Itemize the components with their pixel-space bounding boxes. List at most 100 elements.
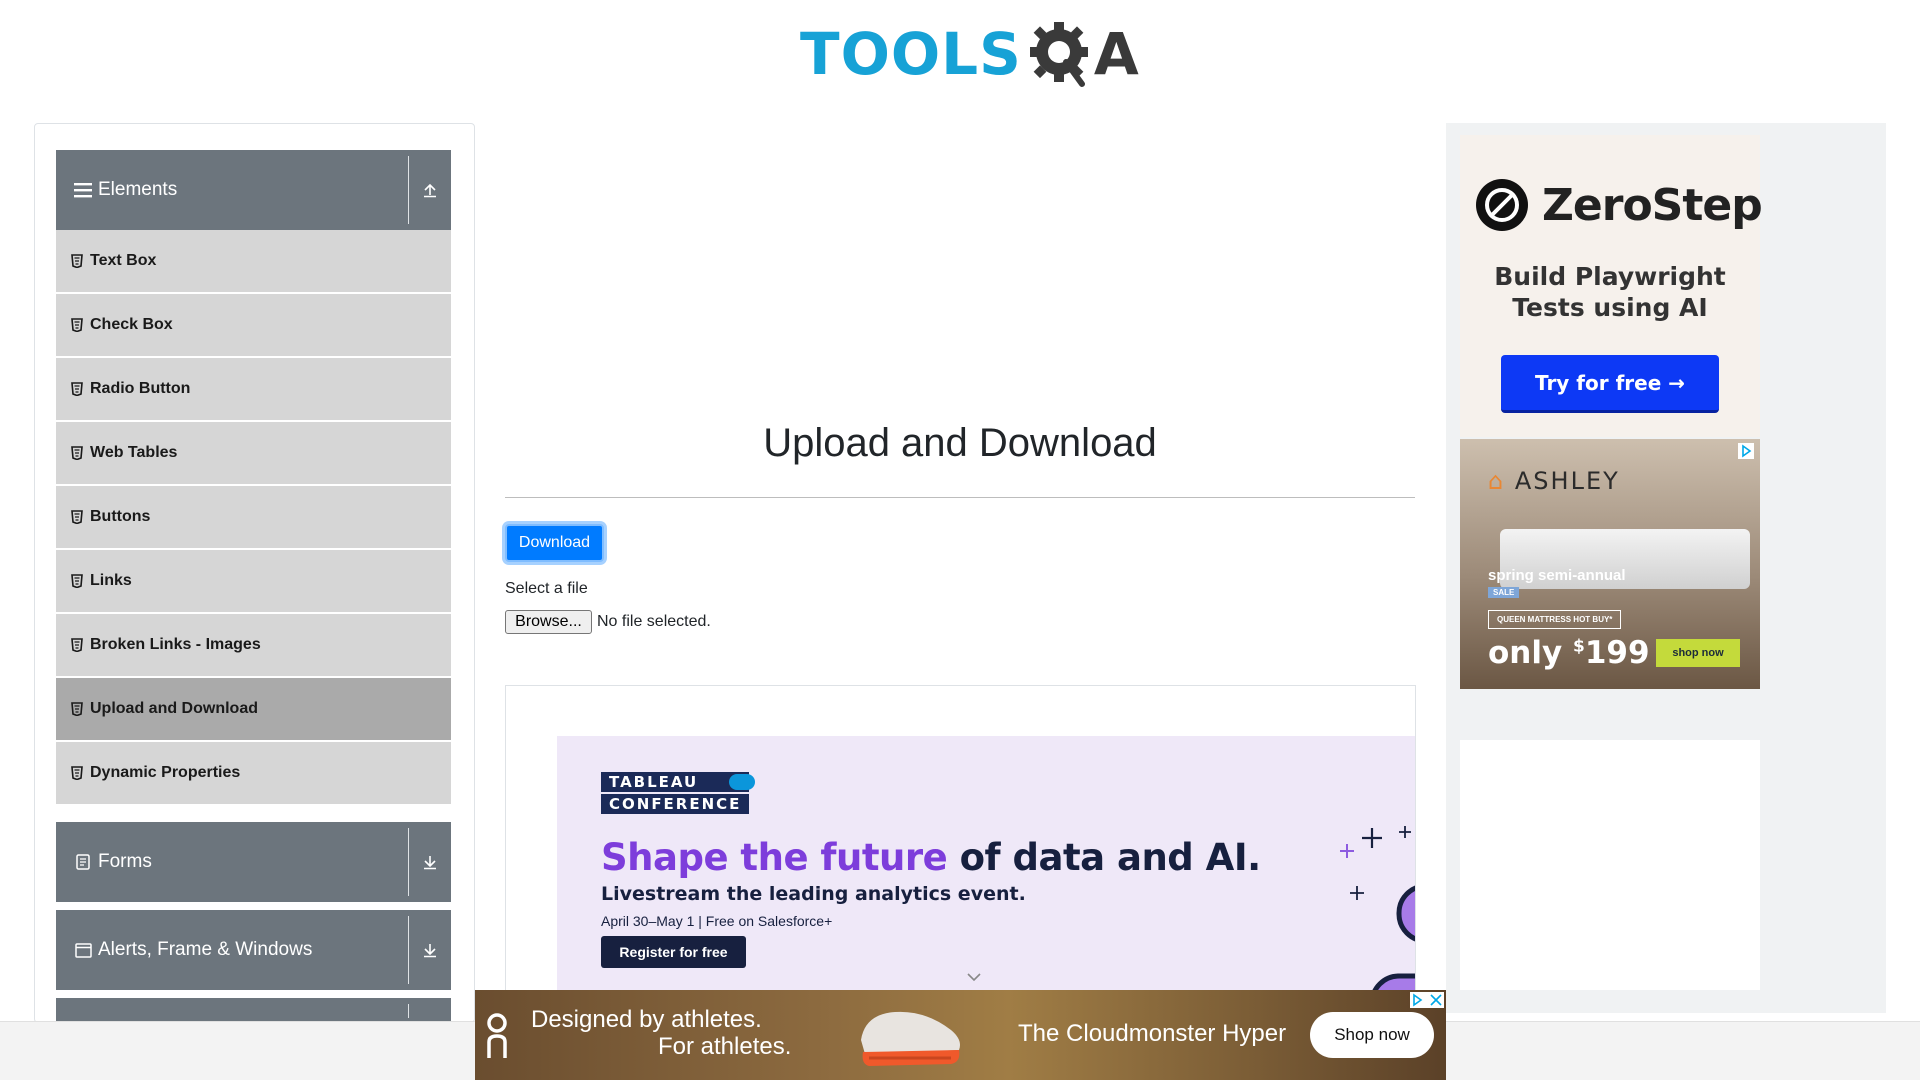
ashley-sale-text: spring semi-annual: [1488, 567, 1626, 584]
menu-item-text-box[interactable]: Text Box: [56, 230, 451, 292]
badge-line: CONFERENCE: [601, 794, 750, 814]
tableau-conference-badge: TABLEAU CONFERENCE: [601, 772, 750, 814]
item-icon: [71, 638, 83, 652]
price-currency: $: [1573, 636, 1585, 657]
menu-item-radio-button[interactable]: Radio Button: [56, 358, 451, 420]
group-label: Alerts, Frame & Windows: [98, 939, 313, 960]
zerostep-logo: ZeroStep: [1476, 179, 1763, 231]
on-logo-icon: [487, 1013, 507, 1058]
decorative-shapes-icon: [1340, 826, 1415, 1004]
expand-icon[interactable]: [421, 852, 439, 872]
page: TOOLS A Elements Text Box Check Box Radi…: [0, 0, 1920, 1080]
price-value: 199: [1584, 635, 1650, 671]
headline-accent: Shape the future: [601, 836, 948, 879]
badge-line: TABLEAU: [601, 772, 750, 792]
logo-text-a: A: [1093, 20, 1139, 88]
menu-item-label: Check Box: [90, 316, 173, 333]
collapse-icon[interactable]: [421, 180, 439, 200]
browse-button[interactable]: Browse...: [505, 610, 592, 634]
tagline-line: Build Playwright: [1494, 262, 1726, 291]
menu-item-web-tables[interactable]: Web Tables: [56, 422, 451, 484]
expand-icon[interactable]: [421, 940, 439, 960]
menu-item-buttons[interactable]: Buttons: [56, 486, 451, 548]
menu-item-label: Radio Button: [90, 380, 191, 397]
tagline-line: Tests using AI: [1512, 293, 1708, 322]
menu-item-upload-download[interactable]: Upload and Download: [56, 678, 451, 740]
ashley-price: only $199: [1488, 635, 1650, 671]
tableau-subhead: Livestream the leading analytics event.: [601, 883, 1026, 905]
blank-ad-slot: [1460, 740, 1760, 990]
ashley-logo: ⌂ ASHLEY: [1488, 467, 1620, 495]
ashley-brand: ASHLEY: [1514, 467, 1620, 495]
on-tagline-line2: For athletes.: [658, 1033, 792, 1060]
item-icon: [71, 318, 83, 332]
menu-item-links[interactable]: Links: [56, 550, 451, 612]
shoe-image: [861, 1011, 960, 1066]
on-running-ad[interactable]: Designed by athletes. For athletes. The …: [475, 990, 1446, 1080]
on-tagline-line1: Designed by athletes.: [531, 1006, 762, 1033]
menu-item-label: Dynamic Properties: [90, 764, 241, 781]
window-icon: [74, 941, 92, 959]
tableau-date: April 30–May 1 | Free on Salesforce+: [601, 913, 833, 929]
menu-item-dynamic-properties[interactable]: Dynamic Properties: [56, 742, 451, 804]
left-nav-panel: Elements Text Box Check Box Radio Button…: [34, 123, 475, 1024]
zerostep-logo-icon: [1476, 179, 1528, 231]
adchoices-icon[interactable]: [1410, 992, 1444, 1008]
select-file-label: Select a file: [505, 580, 588, 597]
elements-menu-list: Text Box Check Box Radio Button Web Tabl…: [56, 230, 451, 806]
item-icon: [71, 446, 83, 460]
try-for-free-button[interactable]: Try for free →: [1501, 355, 1719, 413]
title-divider: [505, 497, 1415, 498]
logo-text-tools: TOOLS: [800, 20, 1022, 88]
group-label: Forms: [98, 851, 152, 872]
menu-item-label: Upload and Download: [90, 700, 258, 717]
ashley-hot-buy: QUEEN MATTRESS HOT BUY*: [1488, 610, 1622, 629]
house-icon: ⌂: [1488, 467, 1515, 495]
salesforce-cloud-icon: [729, 774, 755, 790]
file-input[interactable]: Browse... No file selected.: [505, 610, 711, 634]
toolsqa-logo[interactable]: TOOLS A: [800, 14, 1139, 94]
group-divider: [408, 1004, 409, 1018]
tableau-headline: Shape the future of data and AI.: [601, 836, 1261, 879]
chevron-down-icon[interactable]: [967, 970, 981, 984]
ashley-ad[interactable]: ⌂ ASHLEY spring semi-annual SALE QUEEN M…: [1460, 439, 1760, 689]
price-prefix: only: [1488, 635, 1573, 671]
menu-item-label: Links: [90, 572, 132, 589]
group-divider: [408, 916, 409, 984]
group-header-elements[interactable]: Elements: [56, 150, 451, 230]
menu-item-check-box[interactable]: Check Box: [56, 294, 451, 356]
menu-item-broken-links[interactable]: Broken Links - Images: [56, 614, 451, 676]
menu-item-label: Text Box: [90, 252, 157, 269]
form-icon: [74, 853, 92, 871]
download-button[interactable]: Download: [505, 524, 604, 562]
group-label: Elements: [98, 179, 178, 200]
menu-item-label: Buttons: [90, 508, 151, 525]
zerostep-name: ZeroStep: [1542, 179, 1763, 231]
zerostep-tagline: Build Playwright Tests using AI: [1460, 261, 1760, 323]
item-icon: [71, 574, 83, 588]
page-title: Upload and Download: [763, 421, 1157, 465]
group-divider: [408, 156, 409, 224]
group-header-alerts[interactable]: Alerts, Frame & Windows: [56, 910, 451, 990]
zerostep-ad[interactable]: ZeroStep Build Playwright Tests using AI…: [1460, 135, 1763, 437]
item-icon: [71, 766, 83, 780]
item-icon: [71, 254, 83, 268]
ad-container: TABLEAU CONFERENCE Shape the future of d…: [505, 685, 1416, 1005]
tableau-ad[interactable]: TABLEAU CONFERENCE Shape the future of d…: [557, 736, 1415, 1004]
register-button[interactable]: Register for free: [601, 936, 746, 968]
ashley-sale-tag: SALE: [1488, 587, 1520, 598]
on-product-name: The Cloudmonster Hyper: [1018, 1020, 1287, 1047]
shop-now-button[interactable]: Shop now: [1310, 1012, 1434, 1058]
shop-now-button[interactable]: shop now: [1656, 639, 1740, 667]
group-divider: [408, 828, 409, 896]
hamburger-icon: [74, 181, 92, 199]
gear-q-icon: [1029, 22, 1088, 87]
item-icon: [71, 382, 83, 396]
item-icon: [71, 702, 83, 716]
headline-rest: of data and AI.: [947, 836, 1262, 879]
item-icon: [71, 510, 83, 524]
menu-item-label: Broken Links - Images: [90, 636, 261, 653]
menu-item-label: Web Tables: [90, 444, 178, 461]
adchoices-icon[interactable]: [1738, 443, 1754, 459]
group-header-forms[interactable]: Forms: [56, 822, 451, 902]
